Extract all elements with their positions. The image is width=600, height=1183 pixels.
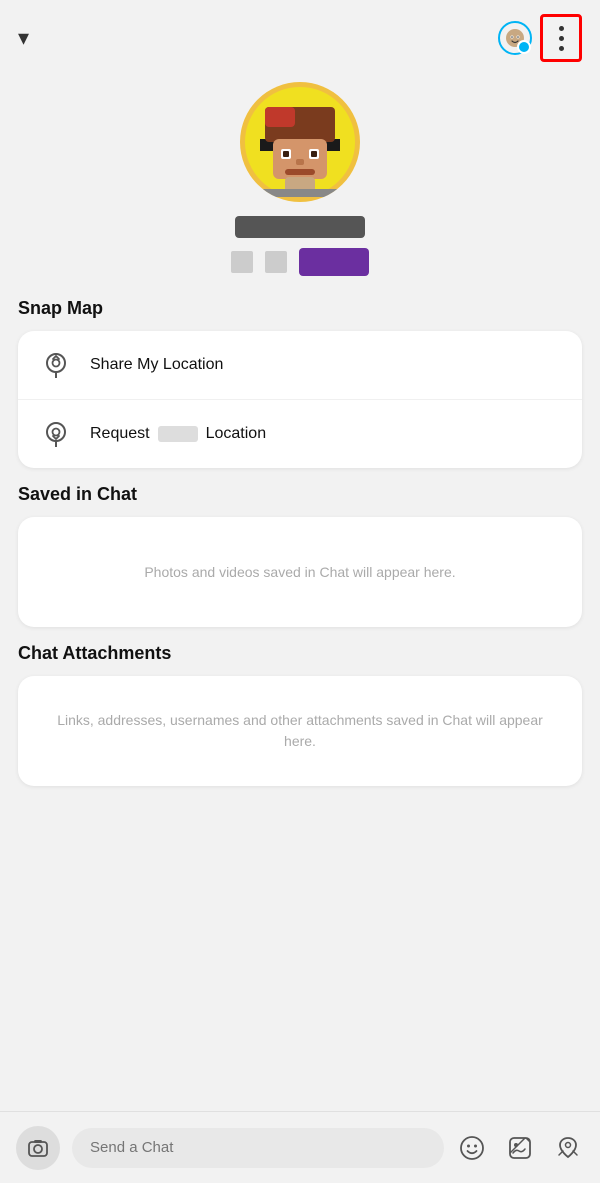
request-location-item[interactable]: Request Location — [18, 399, 582, 468]
saved-in-chat-section: Saved in Chat Photos and videos saved in… — [0, 484, 600, 643]
request-label-text: Request — [90, 425, 150, 443]
request-location-label: Request Location — [90, 425, 266, 443]
chat-attachments-empty-text: Links, addresses, usernames and other at… — [42, 710, 558, 752]
dot-1 — [559, 26, 564, 31]
snap-send-button[interactable] — [552, 1132, 584, 1164]
meta-square-2 — [265, 251, 287, 273]
camera-button[interactable] — [16, 1126, 60, 1170]
chevron-down-icon[interactable]: ▾ — [18, 25, 29, 51]
emoji-icon — [459, 1135, 485, 1161]
rocket-icon — [555, 1135, 581, 1161]
request-suffix-text: Location — [206, 425, 267, 443]
bottom-action-icons — [456, 1132, 584, 1164]
bottom-bar — [0, 1111, 600, 1183]
chat-attachments-section: Chat Attachments Links, addresses, usern… — [0, 643, 600, 802]
username-bar — [235, 216, 365, 238]
sticker-icon — [507, 1135, 533, 1161]
bitmoji-svg — [504, 27, 526, 49]
saved-in-chat-empty-text: Photos and videos saved in Chat will app… — [144, 562, 455, 583]
chat-attachments-card: Links, addresses, usernames and other at… — [18, 676, 582, 786]
chat-attachments-title: Chat Attachments — [18, 643, 582, 664]
meta-square-1 — [231, 251, 253, 273]
snap-map-section: Snap Map Share My Location — [0, 298, 600, 484]
top-bar-right-actions — [496, 14, 582, 62]
request-location-icon — [38, 416, 74, 452]
location-share-svg — [42, 351, 70, 379]
avatar-image — [240, 82, 360, 202]
share-location-label: Share My Location — [90, 356, 223, 374]
bitmoji-circle — [498, 21, 532, 55]
emoji-button[interactable] — [456, 1132, 488, 1164]
send-chat-input[interactable] — [72, 1128, 444, 1168]
avatar-svg — [245, 87, 355, 197]
share-location-item[interactable]: Share My Location — [18, 331, 582, 399]
snap-map-card: Share My Location Request Location — [18, 331, 582, 468]
more-options-highlight — [540, 14, 582, 62]
meta-badge-purple[interactable] — [299, 248, 369, 276]
saved-in-chat-title: Saved in Chat — [18, 484, 582, 505]
top-bar: ▾ — [0, 0, 600, 72]
more-options-button[interactable] — [545, 19, 577, 57]
profile-meta — [231, 248, 369, 276]
name-blur-request — [158, 426, 198, 442]
avatar[interactable] — [240, 82, 360, 202]
sticker-button[interactable] — [504, 1132, 536, 1164]
share-location-icon — [38, 347, 74, 383]
bitmoji-button[interactable] — [496, 19, 534, 57]
profile-section — [0, 72, 600, 298]
camera-icon — [27, 1137, 49, 1159]
dot-3 — [559, 46, 564, 51]
location-request-svg — [42, 420, 70, 448]
dot-2 — [559, 36, 564, 41]
saved-in-chat-card: Photos and videos saved in Chat will app… — [18, 517, 582, 627]
snap-map-title: Snap Map — [18, 298, 582, 319]
